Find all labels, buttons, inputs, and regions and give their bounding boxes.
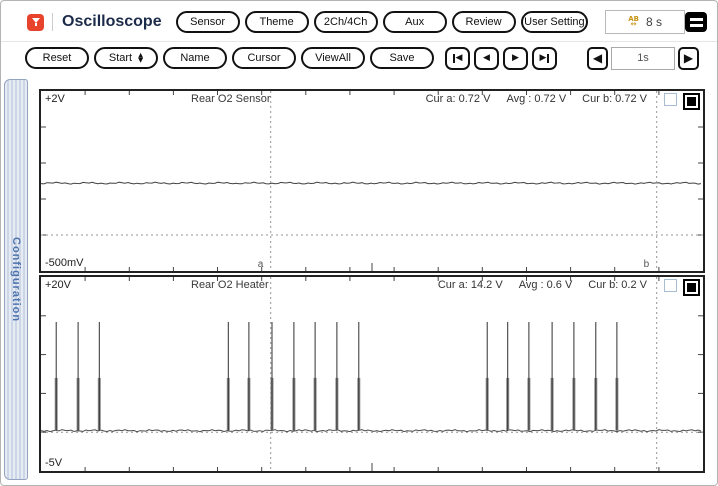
record-time-value: 8 s (645, 15, 662, 29)
channel-a-checkbox[interactable] (664, 93, 677, 106)
channel-mode-button[interactable]: 2Ch/4Ch (313, 11, 378, 33)
review-button[interactable]: Review (451, 11, 516, 33)
channel-a-measurements: Cur a: 0.72 V Avg : 0.72 V Cur b: 0.72 V (426, 93, 647, 105)
red-dropdown-icon[interactable] (27, 13, 44, 31)
page-title: Oscilloscope (62, 13, 162, 30)
cursor-b-label[interactable]: b (644, 259, 650, 270)
start-spinner-icon[interactable]: ▲ ▼ (138, 52, 143, 64)
control-toolbar: Reset Start ▲ ▼ Name Cursor ViewAll Save … (25, 45, 707, 71)
avg-value: Avg : 0.72 V (506, 93, 567, 105)
scope-channel-b-panel: +20V Rear O2 Heater Cur a: 14.2 V Avg : … (39, 275, 705, 473)
step-forward-button[interactable]: ▶ (503, 46, 528, 70)
ab-cursor-time-icon: AB ↔ (628, 15, 639, 28)
cursor-a-value: Cur a: 0.72 V (425, 93, 491, 105)
skip-to-end-button[interactable]: ▶ (532, 46, 557, 70)
sidebar-tab-label: Configuration (10, 236, 22, 323)
sidebar-tab-configuration[interactable]: Configuration (4, 79, 28, 480)
toolbar-divider (1, 41, 717, 42)
reset-button[interactable]: Reset (25, 47, 89, 69)
name-button[interactable]: Name (163, 47, 227, 69)
title-separator (52, 13, 53, 31)
timebase-increase-button[interactable]: ▶ (678, 46, 699, 70)
channel-a-controls (664, 93, 700, 110)
y-max-label: +2V (45, 93, 65, 105)
step-back-button[interactable]: ◀ (474, 46, 499, 70)
viewall-button[interactable]: ViewAll (301, 47, 365, 69)
channel-a-title: Rear O2 Sensor (191, 93, 271, 105)
top-toolbar: Oscilloscope Sensor Theme 2Ch/4Ch Aux Re… (27, 9, 707, 35)
record-time-display: AB ↔ 8 s (605, 10, 685, 34)
timebase-decrease-button[interactable]: ◀ (587, 46, 608, 70)
y-max-label: +20V (45, 279, 71, 291)
sensor-button[interactable]: Sensor (175, 11, 240, 33)
save-button[interactable]: Save (370, 47, 434, 69)
avg-value: Avg : 0.6 V (518, 279, 573, 291)
cursor-a-label[interactable]: a (258, 259, 264, 270)
oscilloscope-window: Oscilloscope Sensor Theme 2Ch/4Ch Aux Re… (0, 0, 718, 486)
channel-b-title: Rear O2 Heater (191, 279, 269, 291)
channel-b-color-button[interactable] (683, 279, 700, 296)
playback-controls: ◀ ◀ ▶ ▶ (445, 46, 561, 70)
channel-b-measurements: Cur a: 14.2 V Avg : 0.6 V Cur b: 0.2 V (438, 279, 647, 291)
theme-button[interactable]: Theme (244, 11, 309, 33)
channel-a-color-button[interactable] (683, 93, 700, 110)
cursor-button[interactable]: Cursor (232, 47, 296, 69)
start-button[interactable]: Start ▲ ▼ (94, 47, 158, 69)
user-setting-button[interactable]: User Setting (520, 11, 589, 33)
y-min-label: -500mV (45, 257, 84, 269)
skip-to-start-button[interactable]: ◀ (445, 46, 470, 70)
channel-b-checkbox[interactable] (664, 279, 677, 292)
cursor-a-value: Cur a: 14.2 V (437, 279, 503, 291)
y-min-label: -5V (45, 457, 63, 469)
waveform-plot-a[interactable] (41, 91, 703, 271)
menu-icon[interactable] (685, 12, 707, 32)
waveform-plot-b[interactable] (41, 277, 703, 471)
scope-channel-a-panel: +2V Rear O2 Sensor Cur a: 0.72 V Avg : 0… (39, 89, 705, 273)
aux-button[interactable]: Aux (382, 11, 447, 33)
timebase-controls: ◀ 1s ▶ (587, 46, 699, 70)
channel-b-controls (664, 279, 700, 296)
cursor-b-value: Cur b: 0.72 V (582, 93, 647, 105)
timebase-value: 1s (611, 46, 675, 70)
cursor-b-value: Cur b: 0.2 V (588, 279, 647, 291)
